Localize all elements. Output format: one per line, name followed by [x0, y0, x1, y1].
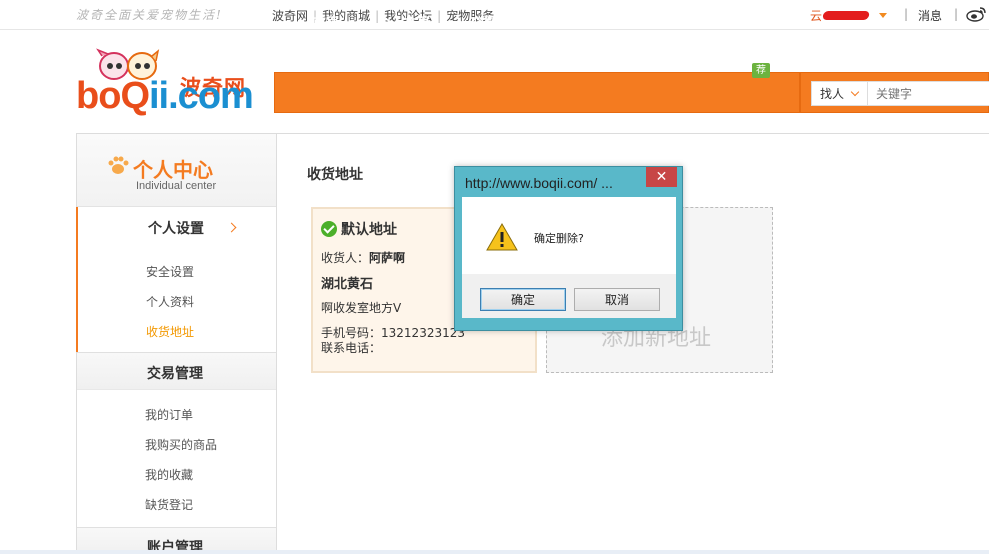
section-title-personal-settings[interactable]: 个人设置 [148, 218, 204, 238]
dropdown-icon [564, 19, 573, 24]
default-address-label: 默认地址 [321, 219, 397, 239]
nav-home[interactable]: 首页 [313, 12, 339, 31]
dropdown-icon [692, 19, 701, 24]
search-box: 找人 [800, 72, 989, 113]
chevron-down-icon [850, 87, 860, 96]
nav-messages[interactable]: 消息 [662, 12, 701, 31]
main-nav [274, 72, 800, 113]
slogan: 波奇全面关爱宠物生活! [76, 8, 223, 22]
dialog-body: 确定删除? [462, 197, 676, 274]
redacted-username [822, 11, 870, 20]
page-title: 收货地址 [307, 167, 363, 183]
paw-icon [107, 154, 129, 179]
messages-link[interactable]: 消息 [918, 7, 942, 24]
sidebar-title: 个人中心 [133, 158, 213, 182]
sidebar-item-security[interactable]: 安全设置 [146, 263, 194, 280]
close-button[interactable]: ✕ [646, 167, 677, 187]
boqii-logo[interactable]: 波奇网 boQii.com [76, 48, 256, 118]
search-input[interactable] [868, 86, 978, 101]
section-title-trade-management[interactable]: 交易管理 [147, 363, 203, 383]
sidebar: 个人中心 Individual center 个人设置 安全设置 个人资料 收货… [76, 134, 277, 554]
sidebar-item-orders[interactable]: 我的订单 [145, 406, 193, 423]
username: 云 [810, 9, 823, 23]
sidebar-item-profile[interactable]: 个人资料 [146, 293, 194, 310]
sidebar-item-purchased[interactable]: 我购买的商品 [145, 436, 217, 453]
dialog-footer: 确定 取消 [462, 274, 676, 318]
sidebar-item-shipping-address[interactable]: 收货地址 [146, 323, 194, 340]
address-street: 啊收发室地方V [321, 301, 402, 315]
sidebar-item-favorites[interactable]: 我的收藏 [145, 466, 193, 483]
address-region: 湖北黄石 [321, 277, 374, 292]
user-menu[interactable]: 云 [810, 7, 888, 24]
ok-button[interactable]: 确定 [480, 288, 566, 311]
section-personal-settings: 个人设置 安全设置 个人资料 收货地址 [76, 207, 276, 352]
receiver-line: 收货人：阿萨啊 [321, 251, 406, 265]
sidebar-item-out-of-stock[interactable]: 缺货登记 [145, 496, 193, 513]
close-icon: ✕ [655, 169, 668, 185]
nav-trade[interactable]: 交易 [470, 12, 509, 31]
dialog-message: 确定删除? [534, 232, 584, 245]
dropdown-icon [628, 19, 637, 24]
sidebar-header: 个人中心 Individual center [77, 134, 276, 207]
check-circle-icon [321, 221, 337, 237]
nav-account[interactable]: 账户 [534, 12, 573, 31]
top-link-boqii[interactable]: 波奇网 [272, 7, 308, 24]
warning-icon [486, 222, 518, 254]
caret-down-icon[interactable] [879, 13, 888, 18]
dialog-title: http://www.boqii.com/ ... [465, 175, 613, 191]
dropdown-icon [757, 19, 766, 24]
nav-personal-home[interactable]: 个人主页 [378, 12, 430, 31]
search-type-select[interactable]: 找人 [812, 82, 868, 105]
bottom-edge [0, 550, 989, 554]
weibo-icon[interactable] [966, 6, 988, 25]
nav-settings[interactable]: 设置 [727, 12, 766, 31]
dropdown-icon [500, 19, 509, 24]
logo-wordmark: boQii.com [76, 75, 254, 117]
confirm-dialog: http://www.boqii.com/ ... ✕ 确定删除? 确定 取消 [454, 166, 683, 331]
cancel-button[interactable]: 取消 [574, 288, 660, 311]
phone-line: 联系电话： [321, 341, 382, 355]
nav-friends[interactable]: 好友 [598, 12, 637, 31]
chevron-right-icon [226, 222, 237, 233]
sidebar-subtitle: Individual center [136, 180, 217, 192]
section-trade-management: 交易管理 我的订单 我购买的商品 我的收藏 缺货登记 [77, 352, 276, 527]
recommend-badge: 荐 [752, 63, 770, 78]
